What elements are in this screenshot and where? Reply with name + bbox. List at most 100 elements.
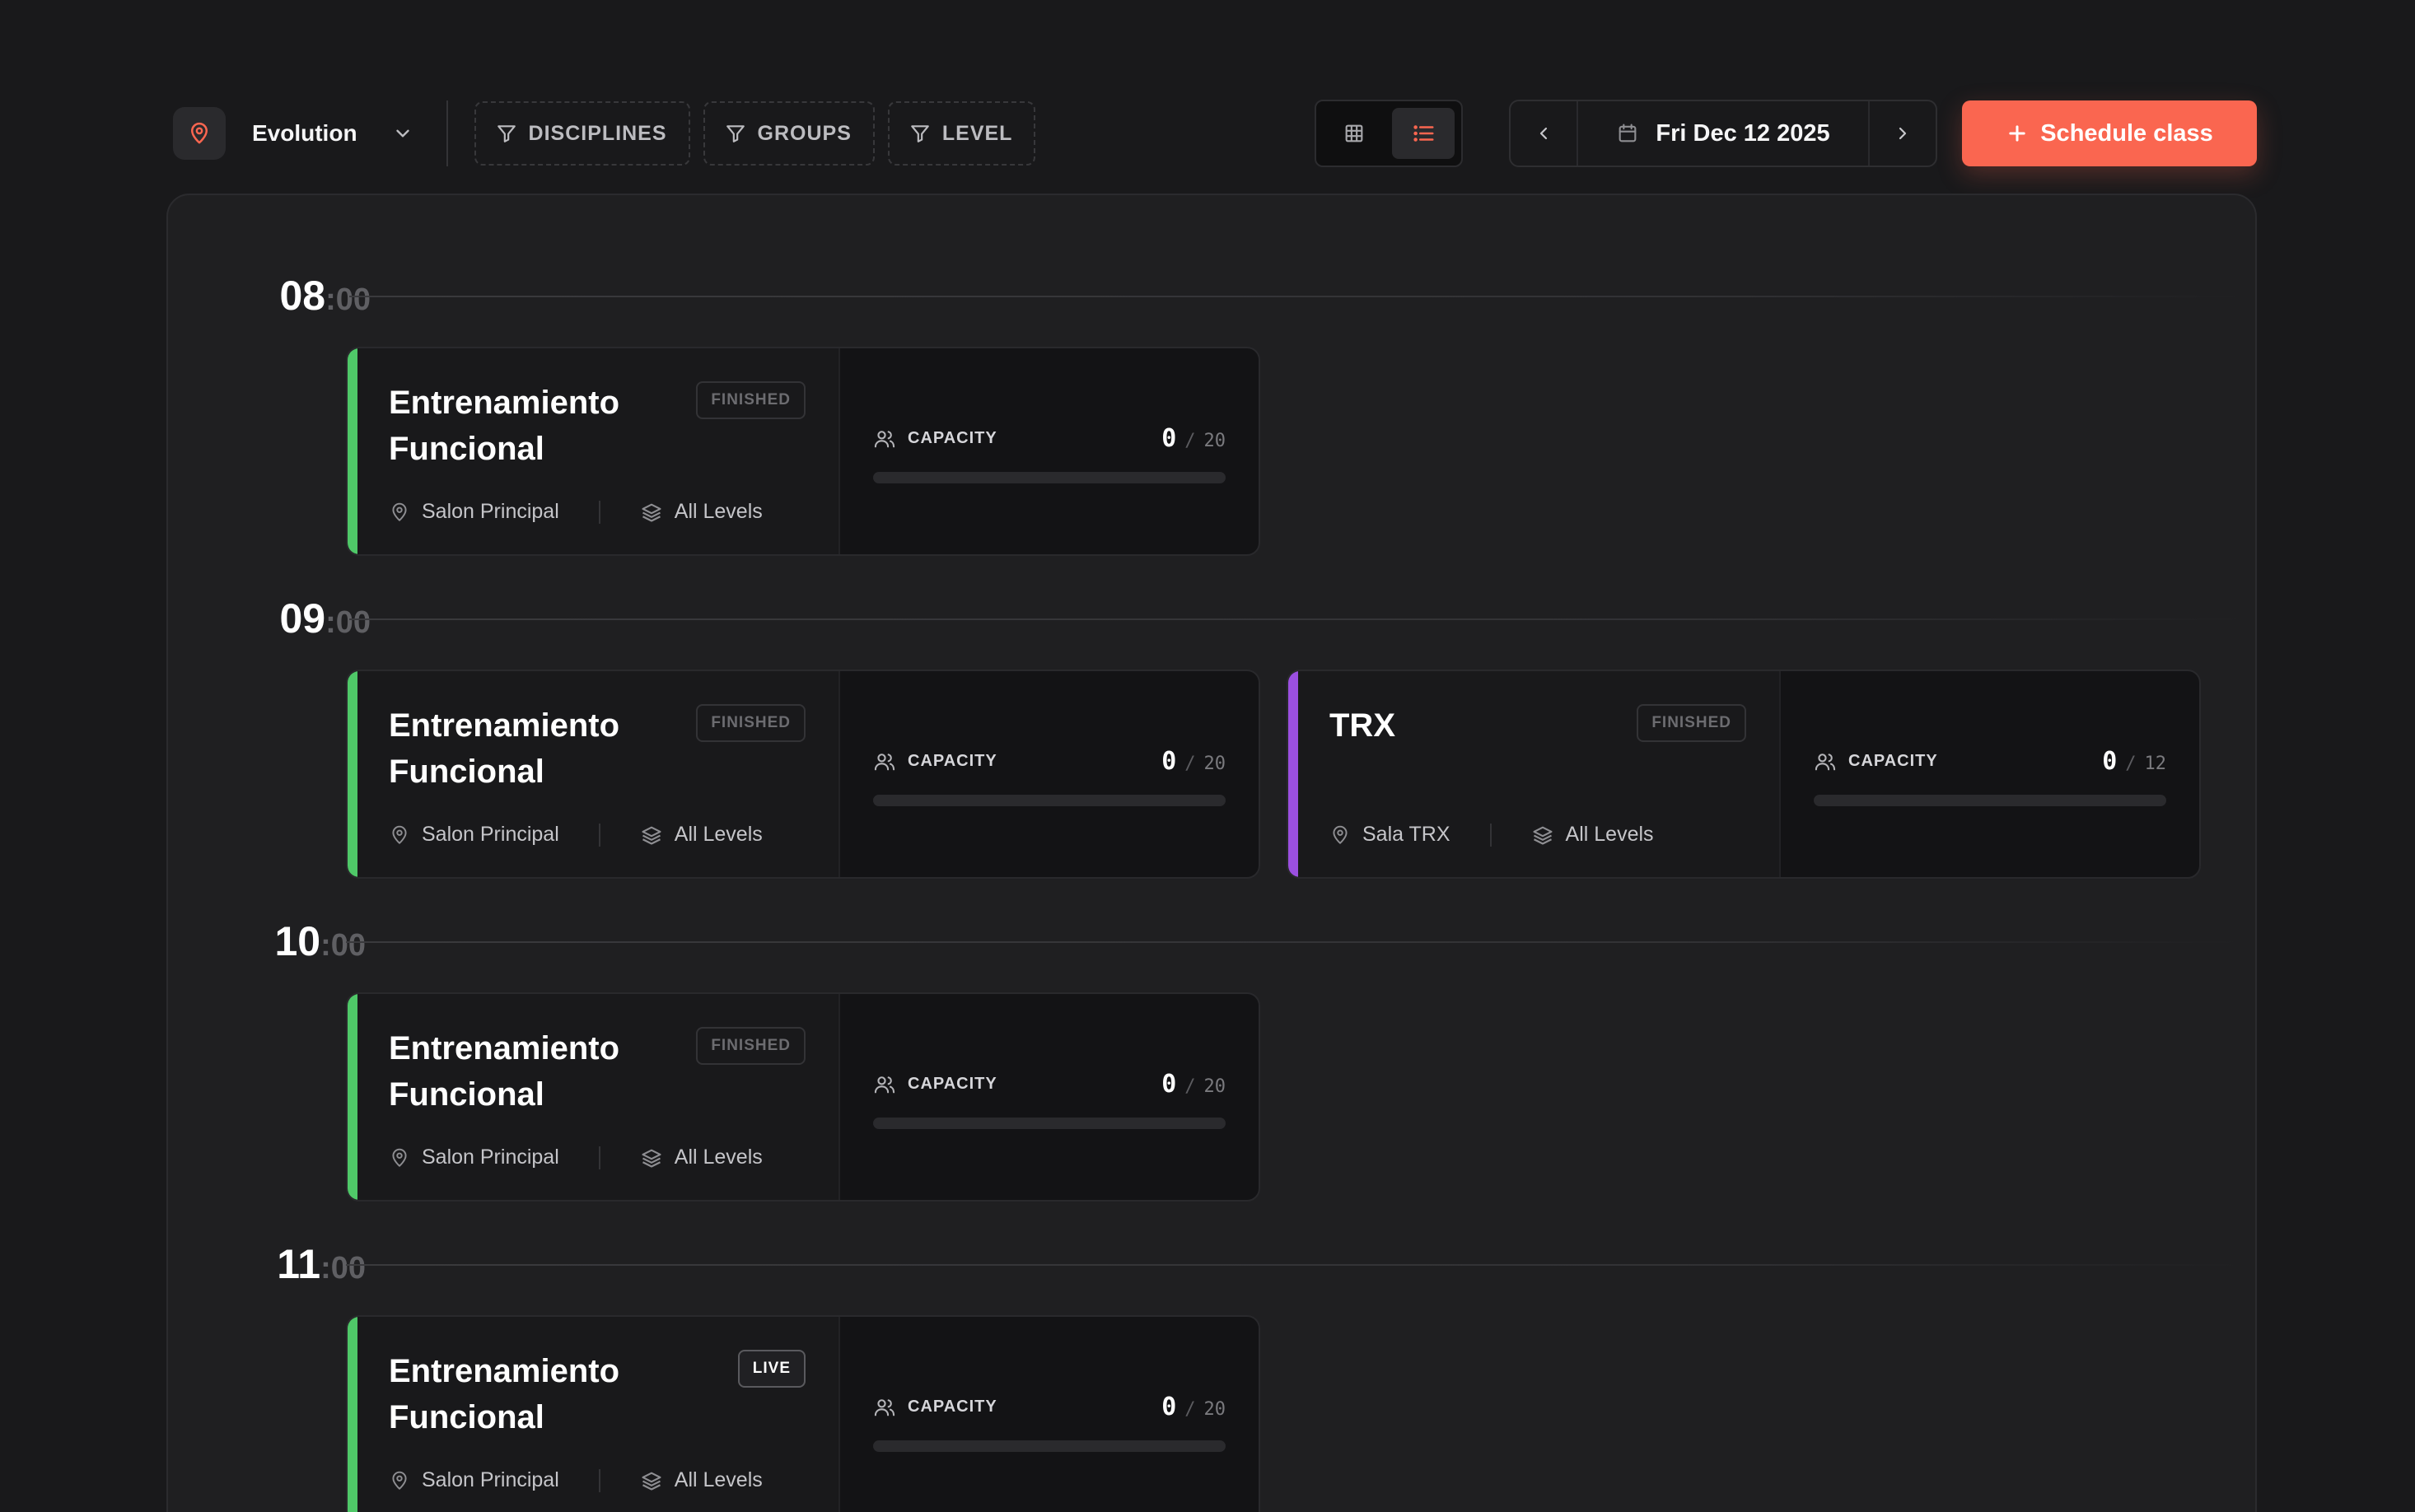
location-pin-icon — [389, 1470, 410, 1491]
layers-icon — [1531, 824, 1554, 847]
level-meta: All Levels — [640, 500, 763, 524]
hour-divider — [349, 296, 2244, 297]
schedule-class-button[interactable]: Schedule class — [1962, 100, 2257, 166]
users-icon — [873, 427, 896, 450]
users-icon — [1814, 750, 1837, 773]
capacity-max: 20 — [1203, 431, 1226, 451]
hour-label: 09:00 — [279, 595, 371, 642]
level-meta: All Levels — [640, 1468, 763, 1492]
class-card[interactable]: Entrenamiento Funcional FINISHED Salon P… — [346, 347, 1260, 556]
class-card[interactable]: Entrenamiento Funcional FINISHED Salon P… — [346, 992, 1260, 1202]
schedule-panel: 08:00 09:00 10:00 11:00 Entrenamiento Fu… — [166, 194, 2257, 1512]
status-badge: FINISHED — [696, 1027, 806, 1065]
meta-separator — [598, 1146, 600, 1169]
level-name: All Levels — [674, 823, 763, 846]
class-meta: Salon Principal All Levels — [389, 823, 763, 847]
meta-separator — [598, 823, 600, 847]
hour-divider — [349, 618, 2244, 620]
level-meta: All Levels — [640, 1146, 763, 1169]
location-select[interactable]: Evolution — [173, 100, 413, 166]
capacity-label: CAPACITY — [1848, 752, 1938, 770]
class-card[interactable]: Entrenamiento Funcional LIVE Salon Princ… — [346, 1315, 1260, 1512]
list-view-button[interactable] — [1392, 108, 1455, 159]
filter-groups-button[interactable]: GROUPS — [703, 101, 875, 166]
location-pin-icon — [1329, 824, 1351, 846]
capacity-section: CAPACITY 0 / 12 — [1781, 671, 2199, 877]
grid-view-button[interactable] — [1323, 108, 1385, 159]
hour-divider — [346, 1264, 2240, 1266]
level-name: All Levels — [674, 1146, 763, 1169]
status-badge: FINISHED — [1637, 704, 1746, 742]
layers-icon — [640, 824, 663, 847]
capacity-max: 20 — [1203, 1076, 1226, 1097]
meta-separator — [598, 1468, 600, 1492]
meta-separator — [598, 500, 600, 524]
capacity-label: CAPACITY — [908, 1075, 997, 1093]
class-title: Entrenamiento Funcional — [389, 707, 620, 790]
grid-icon — [1343, 122, 1366, 145]
room-meta: Salon Principal — [389, 1468, 559, 1492]
capacity-section: CAPACITY 0 / 20 — [840, 1317, 1259, 1512]
capacity-current: 0 — [1161, 1070, 1177, 1099]
prev-day-button[interactable] — [1511, 101, 1577, 166]
capacity-label: CAPACITY — [908, 752, 997, 770]
class-meta: Salon Principal All Levels — [389, 1146, 763, 1169]
level-name: All Levels — [674, 500, 763, 523]
filter-disciplines-label: DISCIPLINES — [528, 121, 667, 145]
hour-label: 11:00 — [277, 1241, 366, 1287]
meta-separator — [1489, 823, 1492, 847]
location-pin-icon — [173, 107, 226, 160]
room-meta: Salon Principal — [389, 823, 559, 847]
filter-disciplines-button[interactable]: DISCIPLINES — [474, 101, 690, 166]
class-meta: Sala TRX All Levels — [1329, 823, 1654, 847]
class-card[interactable]: TRX FINISHED Sala TRX All Levels CAPACIT… — [1287, 670, 2201, 879]
room-name: Salon Principal — [422, 823, 559, 846]
hour-divider — [346, 941, 2240, 943]
filter-groups-label: GROUPS — [757, 121, 852, 145]
plus-icon — [2006, 122, 2029, 145]
capacity-current: 0 — [1161, 747, 1177, 776]
class-card[interactable]: Entrenamiento Funcional FINISHED Salon P… — [346, 670, 1260, 879]
users-icon — [873, 1073, 896, 1096]
location-pin-icon — [389, 502, 410, 523]
class-title: Entrenamiento Funcional — [389, 385, 620, 467]
capacity-bar — [873, 1118, 1226, 1129]
layers-icon — [640, 1146, 663, 1169]
location-pin-icon — [389, 1147, 410, 1169]
capacity-count: 0 / 20 — [1161, 1393, 1226, 1421]
discipline-color-bar — [348, 994, 357, 1200]
discipline-color-bar — [348, 348, 357, 554]
filter-icon — [725, 123, 758, 144]
chevron-right-icon — [1893, 124, 1913, 143]
discipline-color-bar — [348, 1317, 357, 1512]
capacity-label: CAPACITY — [908, 1398, 997, 1416]
capacity-bar — [1814, 795, 2166, 806]
class-title: Entrenamiento Funcional — [389, 1030, 620, 1113]
capacity-current: 0 — [2102, 747, 2118, 776]
class-title: Entrenamiento Funcional — [389, 1353, 620, 1435]
calendar-icon — [1616, 122, 1639, 145]
capacity-count: 0 / 12 — [2102, 747, 2166, 776]
capacity-section: CAPACITY 0 / 20 — [840, 348, 1259, 554]
capacity-current: 0 — [1161, 424, 1177, 453]
class-meta: Salon Principal All Levels — [389, 500, 763, 524]
class-info: Entrenamiento Funcional FINISHED Salon P… — [357, 348, 840, 554]
capacity-section: CAPACITY 0 / 20 — [840, 994, 1259, 1200]
level-name: All Levels — [1565, 823, 1654, 846]
capacity-bar — [873, 795, 1226, 806]
filter-level-button[interactable]: LEVEL — [887, 101, 1036, 166]
capacity-count: 0 / 20 — [1161, 1070, 1226, 1099]
class-title: TRX — [1329, 707, 1395, 744]
layers-icon — [640, 501, 663, 524]
layers-icon — [640, 1469, 663, 1492]
next-day-button[interactable] — [1870, 101, 1936, 166]
list-icon — [1411, 121, 1436, 146]
room-meta: Salon Principal — [389, 1146, 559, 1169]
capacity-label: CAPACITY — [908, 429, 997, 447]
capacity-count: 0 / 20 — [1161, 424, 1226, 453]
room-meta: Sala TRX — [1329, 823, 1450, 847]
date-picker[interactable]: Fri Dec 12 2025 — [1578, 120, 1868, 147]
users-icon — [873, 1396, 896, 1419]
filter-icon — [909, 123, 942, 144]
view-toggle — [1315, 100, 1463, 167]
